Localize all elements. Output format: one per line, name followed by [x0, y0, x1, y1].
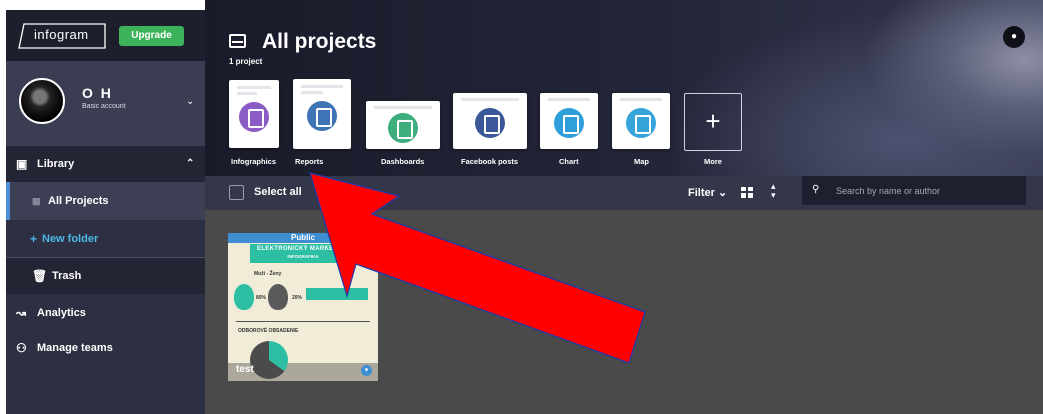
template-card	[229, 80, 279, 148]
sidebar-item-label: All Projects	[48, 195, 109, 207]
avatar	[19, 78, 65, 124]
map-icon	[626, 108, 656, 138]
infographic-icon	[239, 102, 269, 132]
template-label: Facebook posts	[461, 157, 519, 166]
infogram-logo[interactable]: infogram	[18, 23, 106, 49]
inbox-icon	[229, 34, 246, 48]
project-card[interactable]: Public ELEKTRONICKÝ MARKETING INFOGRAFIK…	[228, 233, 378, 381]
select-all-checkbox[interactable]	[229, 185, 244, 200]
projects-toolbar: Select all Filter ⌄ ▴ ▾ ⚲	[205, 176, 1043, 210]
thumbnail-banner: ELEKTRONICKÝ MARKETING INFOGRAFIKA	[250, 244, 356, 263]
header: All projects 1 project ● Infographics Re…	[205, 0, 1043, 176]
template-card	[612, 93, 670, 149]
trash-icon: 🗑︎	[32, 269, 48, 283]
sidebar-item-label: Analytics	[37, 307, 86, 319]
template-label: Dashboards	[381, 157, 425, 166]
thumbnail-heading: ODBOROVÉ OBSADENIE	[238, 328, 299, 334]
thumbnail-subtitle: INFOGRAFIKA	[287, 254, 319, 259]
male-face-image	[234, 284, 254, 310]
account-plan: Basic account	[82, 103, 126, 110]
account-panel[interactable]: O H Basic account ⌄	[6, 61, 205, 146]
template-label: Chart	[559, 157, 579, 166]
page-title: All projects	[262, 30, 377, 53]
sidebar-item-all-projects[interactable]: ▦ All Projects	[6, 182, 205, 220]
thumbnail-title: ELEKTRONICKÝ MARKETING	[257, 246, 349, 252]
template-label: Infographics	[231, 157, 277, 166]
thumbnail-text: 80%	[256, 295, 267, 301]
grid-icon: ▦	[32, 196, 41, 206]
sidebar: infogram Upgrade O H Basic account ⌄ ▣ L…	[6, 10, 205, 414]
sidebar-item-trash[interactable]: 🗑︎ Trash	[6, 258, 205, 294]
filter-label: Filter	[688, 187, 715, 199]
team-icon: ⚇	[16, 341, 27, 355]
project-menu-icon[interactable]: ▾	[361, 365, 372, 376]
project-name[interactable]: test	[236, 364, 254, 375]
plus-icon: +	[30, 232, 38, 246]
sidebar-item-label: Library	[37, 158, 75, 170]
search-icon: ⚲	[812, 184, 820, 195]
new-folder-label: New folder	[42, 233, 99, 245]
template-card	[453, 93, 527, 149]
template-card	[293, 79, 351, 149]
chevron-down-icon: ⌄	[717, 187, 728, 199]
thumbnail-divider	[236, 321, 370, 322]
search-input[interactable]	[836, 182, 1016, 199]
report-icon	[307, 101, 337, 131]
grid-view-icon[interactable]	[741, 187, 753, 198]
public-badge: Public	[228, 233, 378, 243]
user-icon[interactable]: ●	[1003, 26, 1025, 48]
new-folder-button[interactable]: + New folder	[6, 220, 205, 258]
account-name: O H	[82, 85, 113, 101]
logo-text: infogram	[34, 27, 89, 42]
filter-dropdown[interactable]: Filter ⌄	[688, 186, 727, 199]
template-label: More	[704, 157, 722, 166]
thumbnail-pie-chart	[250, 341, 288, 379]
line-chart-icon: ↝	[16, 306, 27, 320]
sidebar-item-library[interactable]: ▣ Library ⌃	[6, 146, 205, 182]
inbox-icon: ▣	[16, 157, 28, 171]
chart-icon	[554, 108, 584, 138]
template-card	[540, 93, 598, 149]
projects-grid: Public ELEKTRONICKÝ MARKETING INFOGRAFIK…	[205, 210, 1043, 414]
chevron-up-icon[interactable]: ⌃	[186, 146, 194, 182]
upgrade-button[interactable]: Upgrade	[119, 26, 184, 46]
dashboard-icon	[388, 113, 418, 143]
sidebar-item-analytics[interactable]: ↝ Analytics	[6, 295, 205, 331]
template-label: Reports	[295, 157, 324, 166]
search-box: ⚲	[802, 176, 1026, 205]
sidebar-top-bar: infogram Upgrade	[6, 10, 205, 61]
thumbnail-quote	[306, 288, 368, 300]
sidebar-item-label: Manage teams	[37, 342, 113, 354]
sort-icon[interactable]: ▴ ▾	[771, 182, 776, 200]
facebook-icon	[475, 108, 505, 138]
thumbnail-text: 20%	[292, 295, 303, 301]
template-label: Map	[634, 157, 649, 166]
plus-icon: +	[684, 93, 742, 151]
female-face-image	[268, 284, 288, 310]
thumbnail-text: Muži - Ženy	[254, 271, 282, 277]
project-count: 1 project	[229, 57, 263, 66]
template-card	[366, 101, 440, 149]
sidebar-item-label: Trash	[52, 270, 82, 282]
select-all-label[interactable]: Select all	[254, 186, 302, 198]
sidebar-item-manage-teams[interactable]: ⚇ Manage teams	[6, 330, 205, 366]
chevron-down-icon[interactable]: ⌄	[186, 96, 194, 107]
